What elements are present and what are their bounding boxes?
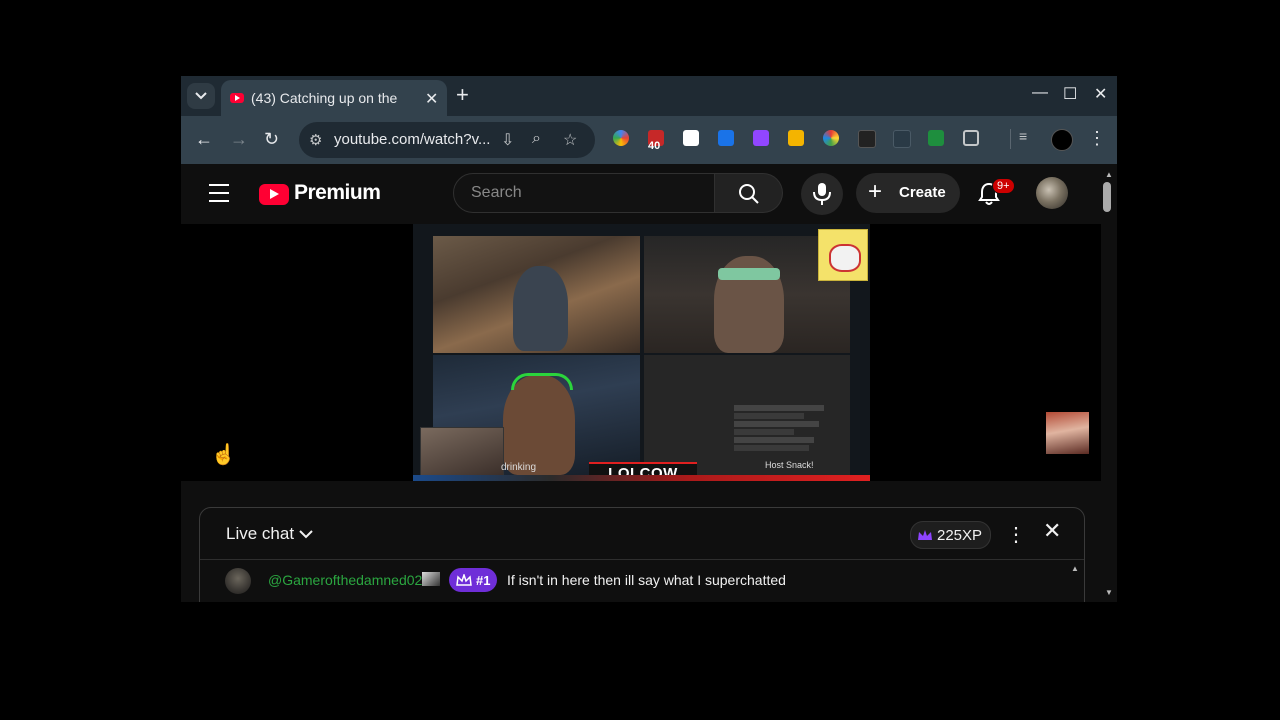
tab-strip: (43) Catching up on the ✕ + — ☐ ✕ — [181, 76, 1117, 116]
forward-icon[interactable]: → — [230, 129, 248, 150]
extension-color-icon[interactable] — [823, 130, 839, 146]
media-control-icon[interactable]: ≡ — [1019, 128, 1035, 144]
chat-divider — [200, 559, 1084, 560]
close-window-icon[interactable]: ✕ — [1094, 84, 1107, 104]
minimize-icon[interactable]: — — [1032, 84, 1048, 102]
crown-icon — [918, 530, 932, 540]
extension-download-icon[interactable] — [718, 130, 734, 146]
side-webcam-thumbnail — [1046, 412, 1089, 454]
overlay-sticker-image — [818, 229, 868, 281]
message-author[interactable]: @Gamerofthedamned02 — [268, 572, 422, 588]
reload-icon[interactable]: ↻ — [264, 129, 279, 150]
browser-window: (43) Catching up on the ✕ + — ☐ ✕ ← → ↻ … — [181, 76, 1117, 602]
search-icon — [739, 184, 759, 204]
webcam-inset — [420, 427, 504, 476]
crown-icon — [456, 574, 472, 586]
chat-scroll-up-icon[interactable]: ▲ — [1071, 564, 1079, 573]
video-player-area[interactable]: drinking LOLCOW LIVE Host Snack! ☝ — [181, 224, 1101, 481]
live-chat-title[interactable]: Live chat — [226, 524, 294, 544]
browser-menu-icon[interactable]: ⋮ — [1088, 128, 1106, 149]
xp-badge[interactable]: 225XP — [910, 521, 992, 549]
bookmark-star-icon[interactable]: ☆ — [563, 130, 577, 150]
chevron-down-icon[interactable] — [299, 530, 313, 540]
live-chat-panel: Live chat 225XP ⋮ ✕ ▲ @Gamerofthedamned0… — [199, 507, 1085, 602]
extension-arrow-down-icon[interactable] — [858, 130, 876, 148]
overlay-caption: drinking — [501, 462, 537, 473]
extension-green-icon[interactable] — [928, 130, 944, 146]
hand-cursor-icon: ☝ — [211, 444, 236, 466]
zoom-icon[interactable]: ⌕ — [532, 130, 541, 148]
active-tab[interactable]: (43) Catching up on the ✕ — [221, 80, 447, 116]
avatar[interactable] — [225, 568, 251, 594]
notification-badge: 9+ — [992, 178, 1015, 194]
search-input[interactable]: Search — [453, 173, 715, 213]
video-player[interactable]: drinking LOLCOW LIVE Host Snack! — [413, 224, 870, 481]
extension-folder-icon[interactable] — [893, 130, 911, 148]
create-label: Create — [899, 184, 946, 201]
tab-search-button[interactable] — [187, 83, 215, 109]
search-placeholder: Search — [471, 184, 522, 201]
install-app-icon[interactable]: ⇩ — [501, 130, 514, 150]
youtube-brand[interactable]: Premium — [294, 181, 381, 205]
page-scrollbar-thumb[interactable] — [1103, 182, 1111, 212]
create-button[interactable]: + Create — [856, 173, 960, 213]
chrome-extension-icon[interactable] — [613, 130, 629, 146]
back-icon[interactable]: ← — [195, 129, 213, 150]
overlay-host-snack: Host Snack! — [765, 460, 814, 470]
voice-search-button[interactable] — [801, 173, 843, 215]
message-text: If isn't in here then ill say what I sup… — [507, 572, 786, 588]
youtube-header: Premium Search + Create 9+ — [181, 164, 1117, 224]
extensions-puzzle-icon[interactable] — [963, 130, 979, 146]
youtube-favicon-icon — [230, 93, 244, 103]
account-avatar[interactable] — [1036, 177, 1068, 209]
webcam-feed-4 — [644, 355, 850, 475]
twitch-icon[interactable] — [753, 130, 769, 146]
overlay-bottom-bar — [413, 475, 870, 481]
rank-label: #1 — [476, 572, 491, 588]
webcam-feed-1 — [433, 236, 640, 353]
url-text: youtube.com/watch?v... — [334, 131, 491, 148]
youtube-logo-icon[interactable] — [259, 184, 289, 205]
profile-avatar[interactable] — [1051, 129, 1073, 151]
tab-title: (43) Catching up on the — [251, 90, 398, 106]
new-tab-icon[interactable]: + — [456, 83, 469, 107]
page-scroll-down-icon[interactable]: ▼ — [1105, 588, 1113, 597]
rank-badge: #1 — [449, 568, 498, 592]
xp-value: 225XP — [937, 526, 983, 544]
microphone-icon — [813, 183, 831, 205]
tab-close-icon[interactable]: ✕ — [425, 89, 438, 109]
browser-toolbar: ← → ↻ ⚙ youtube.com/watch?v... ⇩ ⌕ ☆ 40 … — [181, 116, 1117, 164]
toolbar-separator — [1010, 129, 1011, 149]
hamburger-menu-icon[interactable] — [209, 184, 229, 208]
page-scroll-up-icon[interactable]: ▲ — [1105, 170, 1113, 179]
flag-badge-icon — [422, 572, 440, 586]
extension-badge: 40 — [648, 140, 661, 152]
address-bar[interactable]: ⚙ youtube.com/watch?v... ⇩ ⌕ ☆ — [299, 122, 595, 158]
extension-puzzle-color-icon[interactable] — [788, 130, 804, 146]
chevron-down-icon — [195, 92, 207, 100]
site-info-icon[interactable]: ⚙ — [309, 131, 322, 149]
plus-icon: + — [868, 178, 883, 205]
search-button[interactable] — [715, 173, 783, 213]
maximize-icon[interactable]: ☐ — [1063, 84, 1077, 104]
extension-d-icon[interactable] — [683, 130, 699, 146]
chat-menu-icon[interactable]: ⋮ — [1006, 522, 1026, 547]
chat-close-icon[interactable]: ✕ — [1043, 520, 1061, 542]
